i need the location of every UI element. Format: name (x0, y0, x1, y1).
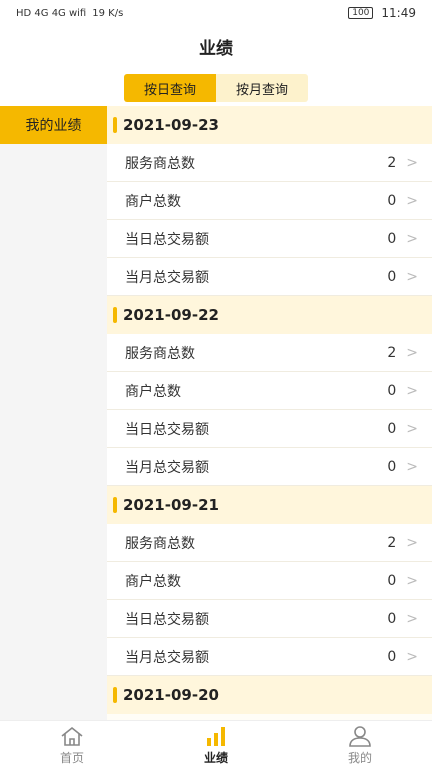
row-value: 0 (387, 268, 397, 285)
row-label: 服务商总数 (125, 345, 195, 362)
bar-chart-icon (207, 726, 225, 746)
row-value: 0 (387, 458, 397, 475)
row-label: 当日总交易额 (125, 611, 209, 628)
bottom-tab-bar: 首页 业绩 我的 (0, 720, 432, 769)
day-header: 2021-09-21 (107, 486, 432, 524)
row-label: 服务商总数 (125, 535, 195, 552)
list-item[interactable]: 当月总交易额 0 > (107, 448, 432, 486)
day-header: 2021-09-20 (107, 676, 432, 714)
tab-label: 业绩 (203, 750, 228, 765)
query-mode-toggle: 按日查询 按月查询 (124, 74, 308, 102)
tab-performance[interactable]: 业绩 (144, 721, 288, 769)
tab-home[interactable]: 首页 (0, 721, 144, 769)
network-speed: 19 K/s (92, 7, 124, 19)
user-icon (349, 725, 371, 747)
row-value: 0 (387, 572, 397, 589)
chevron-right-icon: > (406, 458, 418, 475)
row-value: 0 (387, 648, 397, 665)
chevron-right-icon: > (406, 610, 418, 627)
chevron-right-icon: > (406, 230, 418, 247)
list-item[interactable]: 当月总交易额 0 > (107, 258, 432, 296)
row-value: 0 (387, 192, 397, 209)
status-bar: HD 4G 4G wifi 19 K/s 100 11:49 (0, 0, 432, 26)
chevron-right-icon: > (406, 382, 418, 399)
day-marker (113, 687, 117, 703)
list-item[interactable]: 服务商总数 2 > (107, 334, 432, 372)
chevron-right-icon: > (406, 344, 418, 361)
row-value: 0 (387, 610, 397, 627)
chevron-right-icon: > (406, 572, 418, 589)
chevron-right-icon: > (406, 192, 418, 209)
row-value: 0 (387, 230, 397, 247)
row-label: 当月总交易额 (125, 459, 209, 476)
row-value: 2 (387, 344, 397, 361)
battery-indicator: 100 (348, 7, 374, 19)
list-item[interactable]: 服务商总数 2 > (107, 524, 432, 562)
day-marker (113, 117, 117, 133)
day-header: 2021-09-23 (107, 106, 432, 144)
day-marker (113, 307, 117, 323)
chevron-right-icon: > (406, 268, 418, 285)
list-item[interactable]: 商户总数 0 > (107, 562, 432, 600)
list-item[interactable]: 当日总交易额 0 > (107, 410, 432, 448)
query-by-month-button[interactable]: 按月查询 (216, 74, 308, 102)
row-label: 当月总交易额 (125, 649, 209, 666)
performance-list[interactable]: 2021-09-23 服务商总数 2 > 商户总数 0 > 当日总交易额 0 >… (107, 106, 432, 720)
list-item[interactable]: 商户总数 0 > (107, 372, 432, 410)
signal-icons: HD 4G 4G wifi (16, 7, 87, 19)
row-value: 0 (387, 382, 397, 399)
day-marker (113, 497, 117, 513)
row-label: 当日总交易额 (125, 421, 209, 438)
chevron-right-icon: > (406, 420, 418, 437)
row-label: 商户总数 (125, 193, 181, 210)
row-value: 0 (387, 420, 397, 437)
list-item[interactable]: 服务商总数 2 > (107, 144, 432, 182)
chevron-right-icon: > (406, 648, 418, 665)
chevron-right-icon: > (406, 154, 418, 171)
tab-label: 首页 (59, 750, 84, 765)
query-by-day-button[interactable]: 按日查询 (124, 74, 216, 102)
row-label: 商户总数 (125, 573, 181, 590)
row-label: 服务商总数 (125, 155, 195, 172)
day-date: 2021-09-23 (123, 116, 219, 134)
day-date: 2021-09-21 (123, 496, 219, 514)
tab-label: 我的 (347, 750, 372, 765)
sidebar: 我的业绩 (0, 106, 107, 720)
list-item[interactable]: 商户总数 0 > (107, 182, 432, 220)
tab-mine[interactable]: 我的 (288, 721, 432, 769)
row-value: 2 (387, 534, 397, 551)
chevron-right-icon: > (406, 534, 418, 551)
page-title: 业绩 (199, 39, 233, 59)
home-icon (61, 726, 83, 746)
list-item[interactable]: 当日总交易额 0 > (107, 600, 432, 638)
row-label: 商户总数 (125, 383, 181, 400)
row-label: 当月总交易额 (125, 269, 209, 286)
row-label: 当日总交易额 (125, 231, 209, 248)
clock: 11:49 (381, 6, 416, 20)
day-date: 2021-09-20 (123, 686, 219, 704)
day-header: 2021-09-22 (107, 296, 432, 334)
day-date: 2021-09-22 (123, 306, 219, 324)
row-value: 2 (387, 154, 397, 171)
list-item[interactable]: 当日总交易额 0 > (107, 220, 432, 258)
sidebar-item-my-performance[interactable]: 我的业绩 (0, 106, 107, 144)
list-item[interactable]: 当月总交易额 0 > (107, 638, 432, 676)
